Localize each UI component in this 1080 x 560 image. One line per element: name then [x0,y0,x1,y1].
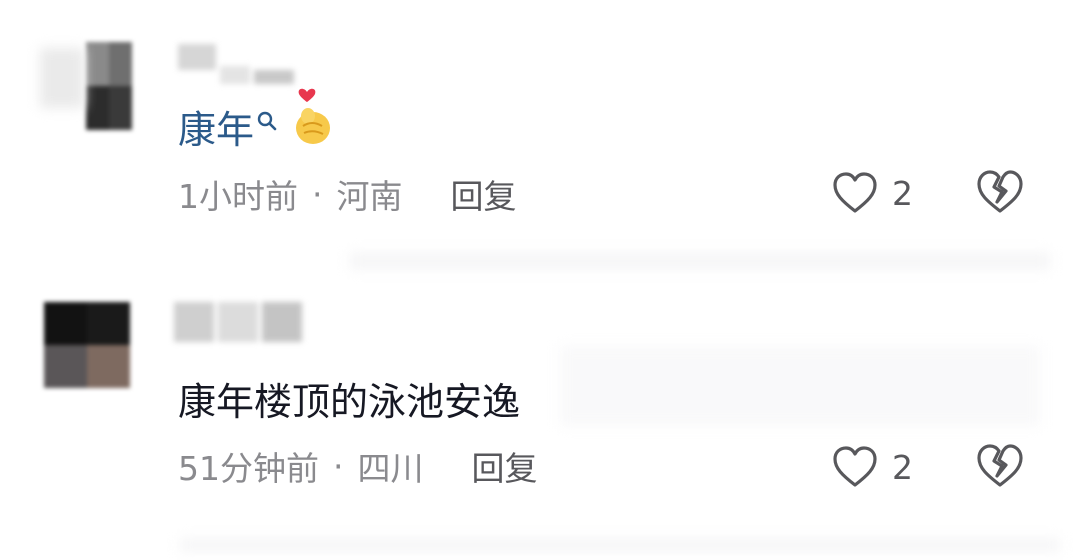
timestamp: 1小时前 [178,177,298,216]
like-count: 2 [892,173,913,213]
comment-meta: 51分钟前 · 四川 回复 [178,442,538,490]
search-link[interactable]: 康年 [178,99,254,154]
separator: · [333,446,344,486]
comment-text: 康年楼顶的泳池安逸 [178,379,521,424]
background-blur [560,346,1040,426]
like-count: 2 [892,447,913,487]
username[interactable] [174,302,302,342]
avatar[interactable] [44,302,130,388]
comment-text: 康年 [178,88,334,154]
finger-heart-emoji-icon [292,86,334,157]
separator: · [312,174,323,214]
comment-item: 康年楼顶的泳池安逸 51分钟前 · 四川 回复 2 [0,270,1080,560]
divider-shadow [350,252,1050,270]
avatar-blur [40,48,84,108]
broken-heart-icon [977,170,1023,213]
comment-item: 康年 1小时前 · 河南 回复 2 [0,0,1080,270]
username[interactable] [178,44,294,84]
like-button[interactable]: 2 [832,444,913,490]
comment-meta: 1小时前 · 河南 回复 [178,170,517,218]
reply-button[interactable]: 回复 [451,170,517,218]
broken-heart-icon [977,444,1023,487]
divider-shadow [180,538,1060,552]
timestamp: 51分钟前 [178,449,319,488]
dislike-button[interactable] [976,170,1024,218]
heart-outline-icon [833,172,877,213]
avatar[interactable] [86,42,132,130]
like-button[interactable]: 2 [832,170,913,216]
reply-button[interactable]: 回复 [472,442,538,490]
location: 河南 [336,177,403,216]
heart-outline-icon [833,446,877,487]
search-icon[interactable] [256,97,278,141]
location: 四川 [357,449,424,488]
dislike-button[interactable] [976,444,1024,492]
